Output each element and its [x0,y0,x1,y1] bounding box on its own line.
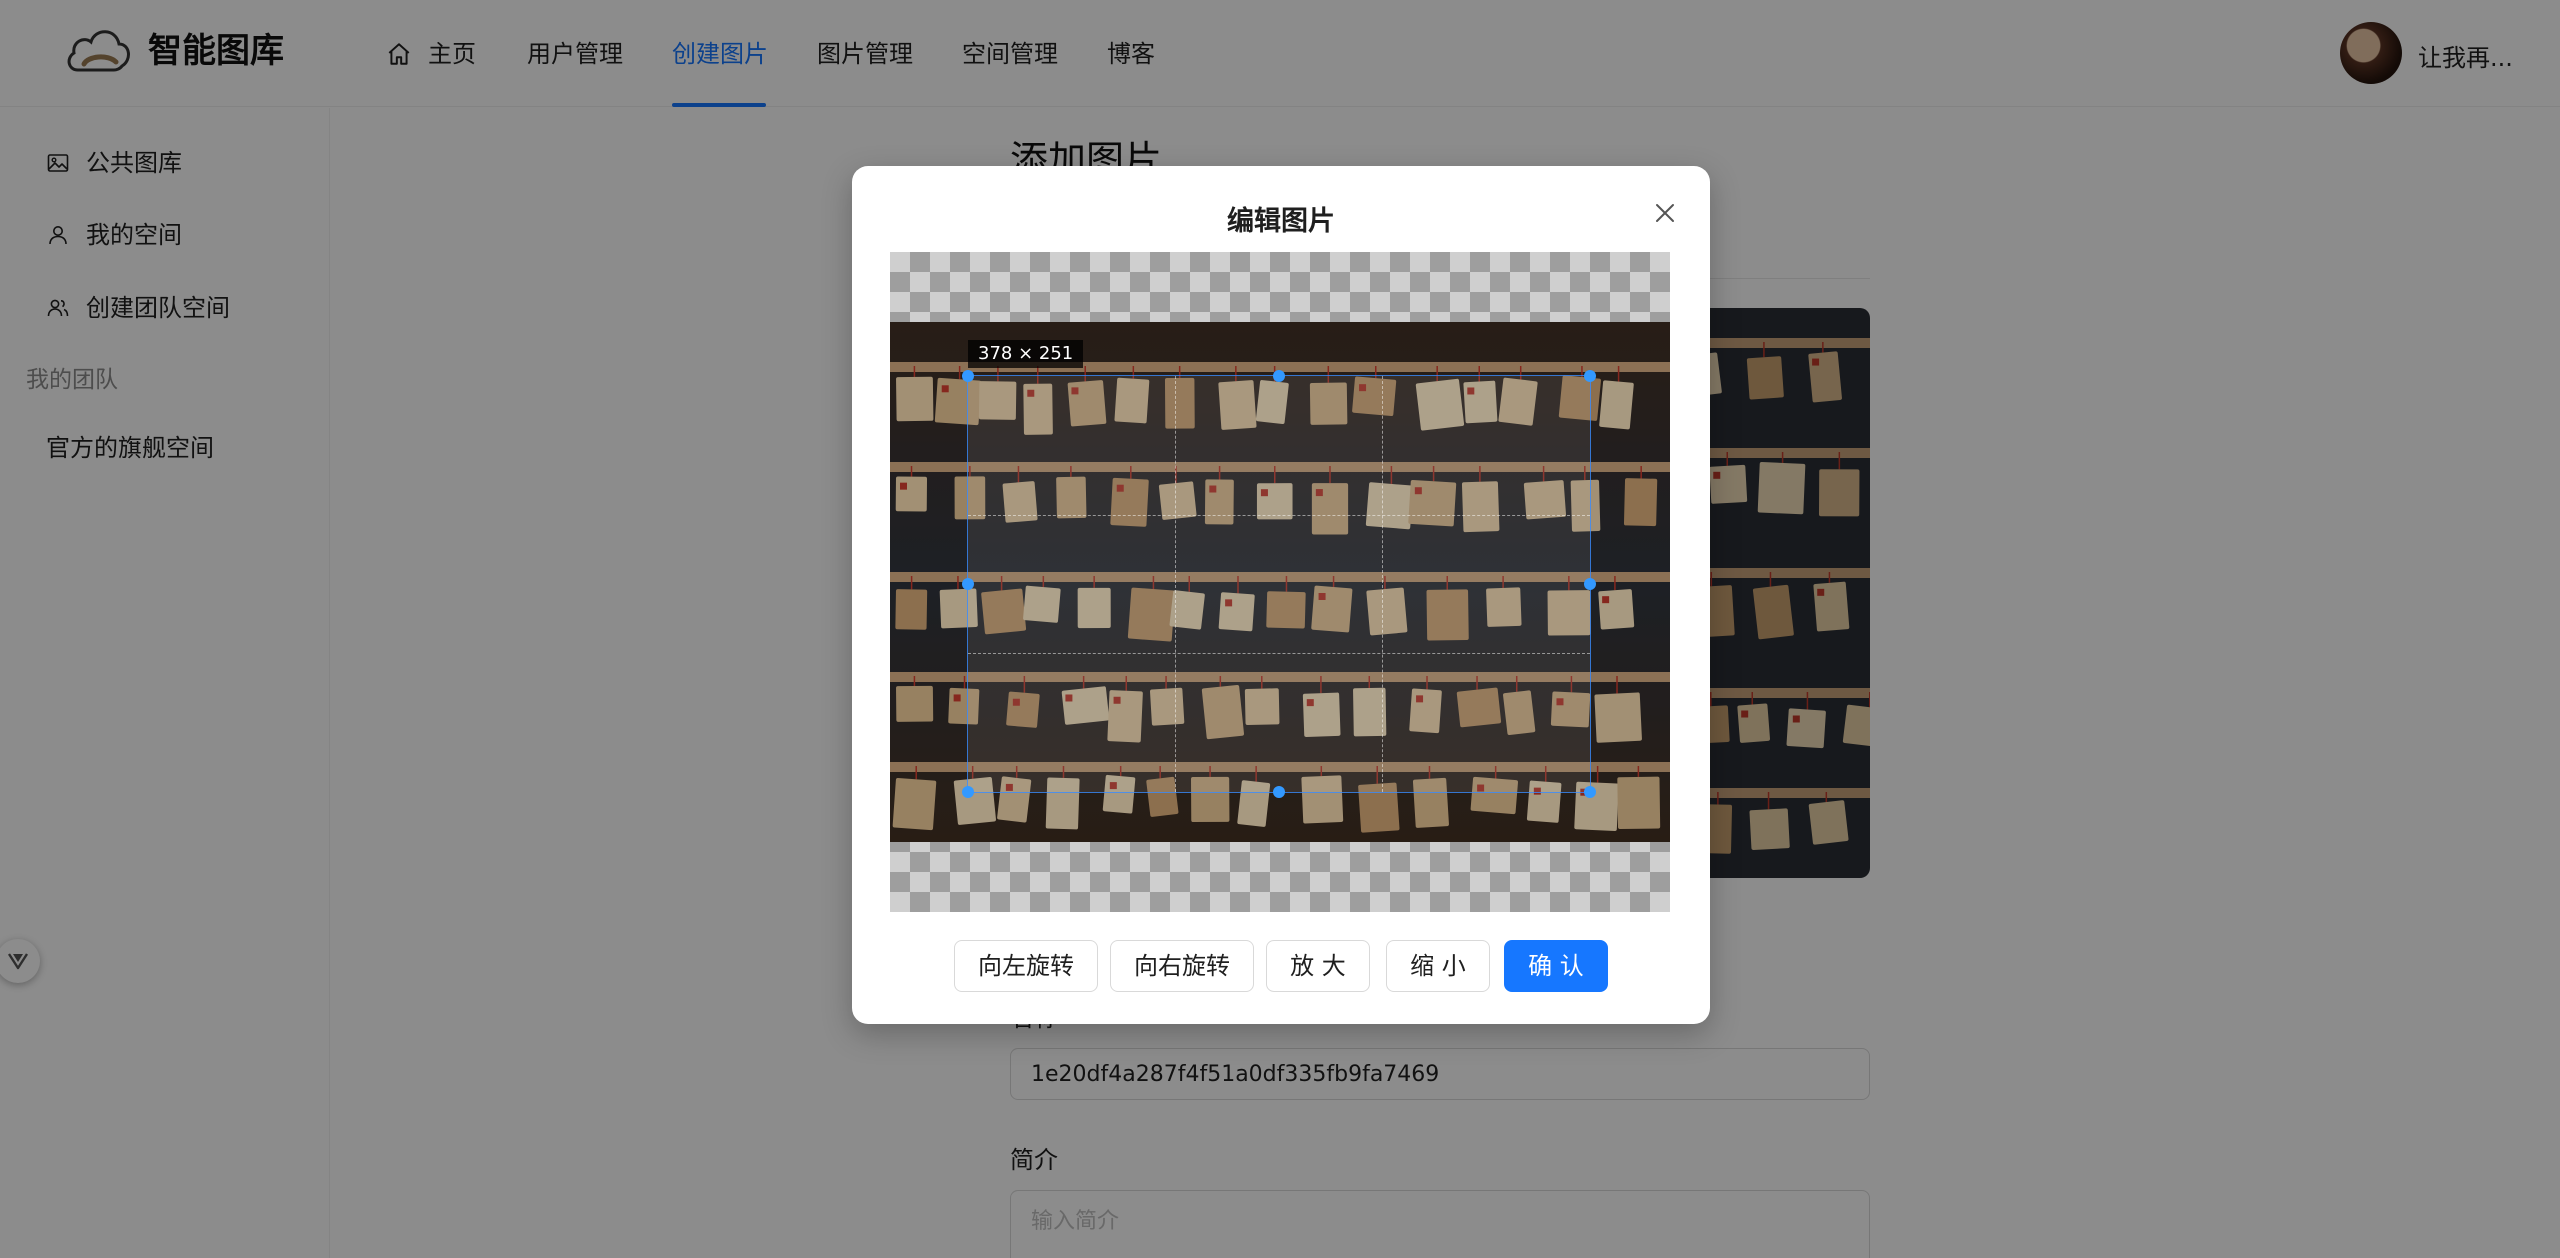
confirm-button[interactable]: 确 认 [1504,940,1608,992]
close-icon[interactable] [1648,196,1682,230]
image-cropper[interactable]: 378 × 251 [890,252,1670,912]
crop-size-label: 378 × 251 [968,340,1084,368]
crop-handle-nw[interactable] [962,370,974,382]
crop-handle-ne[interactable] [1584,370,1596,382]
crop-guide-line [1175,376,1177,792]
crop-handle-sw[interactable] [962,786,974,798]
rotate-right-button[interactable]: 向右旋转 [1110,940,1254,992]
crop-handle-se[interactable] [1584,786,1596,798]
crop-handle-n[interactable] [1273,370,1285,382]
crop-handle-s[interactable] [1273,786,1285,798]
zoom-out-button[interactable]: 缩 小 [1386,940,1490,992]
crop-handle-w[interactable] [962,578,974,590]
crop-selection-box[interactable] [962,370,1596,798]
crop-handle-e[interactable] [1584,578,1596,590]
zoom-in-button[interactable]: 放 大 [1266,940,1370,992]
crop-guide-line [968,653,1590,655]
modal-title: 编辑图片 [1227,206,1335,237]
edit-image-modal: 编辑图片 378 × 251 向左旋转 向右旋转 放 大 缩 小 确 认 [852,166,1710,1024]
crop-guide-line [1382,376,1384,792]
crop-guide-line [968,514,1590,516]
rotate-left-button[interactable]: 向左旋转 [954,940,1098,992]
